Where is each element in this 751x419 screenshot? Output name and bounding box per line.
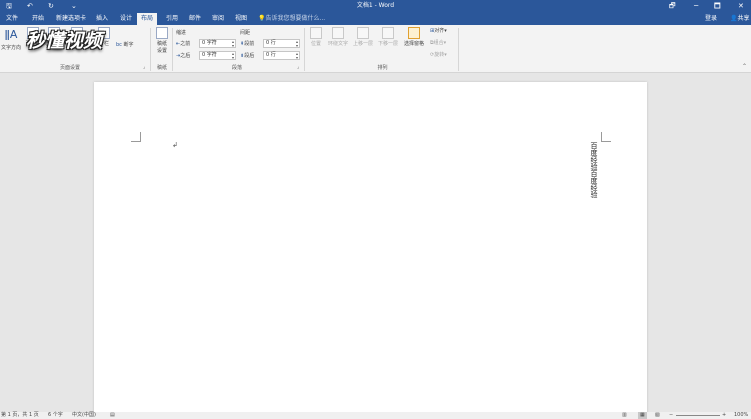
tab-layout[interactable]: 布局	[137, 13, 158, 25]
hyphenation-icon: bc	[116, 42, 122, 48]
zoom-out-icon[interactable]: −	[669, 412, 673, 419]
hyphenation-button[interactable]: bc 断字	[116, 41, 146, 48]
group-button[interactable]: ⧉组合▾	[430, 39, 446, 46]
dropdown-arrow-icon: ▾	[444, 28, 447, 34]
indent-right-label: ⇥之后	[176, 53, 191, 59]
spacing-after-label: ⇟段后	[240, 53, 255, 59]
text-direction-button[interactable]: ǁA 文字方向	[1, 27, 21, 51]
web-layout-icon[interactable]: ▧	[655, 412, 660, 419]
title-bar: 🖫 ↶ ↻ ⌄ 文档1 - Word 🗗 ─ 🗖 ✕	[0, 0, 751, 12]
rotate-button[interactable]: ⟳旋转▾	[430, 51, 447, 58]
window-title: 文档1 - Word	[356, 2, 395, 9]
align-button[interactable]: ⊞对齐▾	[430, 27, 447, 34]
tab-new-tab[interactable]: 新建选项卡	[52, 14, 90, 24]
vertical-text-content[interactable]: 百度经验百度经验	[589, 142, 599, 198]
tab-home[interactable]: 开始	[28, 14, 48, 24]
watermark-logo: 秒懂视频	[26, 30, 103, 52]
close-icon[interactable]: ✕	[738, 1, 744, 11]
paragraph-mark-icon: ↲	[172, 141, 178, 149]
collapse-ribbon-icon[interactable]: ⌃	[742, 63, 747, 70]
sign-in-link[interactable]: 登录	[705, 14, 717, 24]
selection-pane-button[interactable]: 选择窗格	[401, 27, 427, 47]
tell-me-search[interactable]: 💡告诉我您想要做什么...	[258, 14, 325, 24]
tab-view[interactable]: 视图	[231, 14, 251, 24]
minimize-icon[interactable]: ─	[694, 1, 698, 11]
zoom-slider[interactable]	[676, 415, 720, 416]
paragraph-group-label: 段落	[231, 65, 242, 71]
tab-file[interactable]: 文件	[2, 14, 22, 24]
tab-references[interactable]: 引用	[162, 14, 182, 24]
crop-mark-top-right	[601, 132, 611, 142]
indent-right-input[interactable]: 0 字符 ▴ ▾	[199, 51, 236, 60]
text-direction-icon: ǁA	[4, 28, 18, 41]
proofing-icon[interactable]: ▤	[110, 412, 115, 419]
spin-arrows-icon[interactable]: ▴ ▾	[296, 52, 298, 60]
wrap-text-icon	[332, 27, 344, 39]
vertical-scrollbar[interactable]	[743, 73, 751, 412]
page-setup-group-label: 页面设置	[59, 65, 80, 71]
read-mode-icon[interactable]: ▥	[622, 412, 627, 419]
crop-mark-top-left	[131, 132, 141, 142]
zoom-level[interactable]: 100%	[734, 412, 748, 419]
status-bar: 第 1 页，共 1 页 6 个字 中文(中国) ▤ ▥ ▦ ▧ − + 100%	[0, 412, 751, 419]
tab-insert[interactable]: 插入	[92, 14, 112, 24]
send-backward-button[interactable]: 下移一层	[376, 27, 400, 47]
ribbon-tabs: 文件 开始 新建选项卡 插入 设计 布局 引用 邮件 审阅 视图 💡告诉我您想要…	[0, 12, 751, 25]
draft-group-label: 稿纸	[156, 65, 167, 71]
spin-arrows-icon[interactable]: ▴ ▾	[232, 40, 234, 48]
bring-forward-button[interactable]: 上移一层	[351, 27, 375, 47]
tab-design[interactable]: 设计	[116, 14, 136, 24]
page-setup-dialog-launcher-icon[interactable]: ⌟	[143, 64, 145, 70]
dropdown-arrow-icon: ▾	[444, 52, 447, 58]
maximize-icon[interactable]: 🗖	[714, 1, 721, 11]
position-button[interactable]: 位置	[307, 27, 325, 47]
page-count-status[interactable]: 第 1 页，共 1 页	[1, 412, 39, 419]
indent-left-label: ⇤之前	[176, 41, 191, 47]
indent-header: 缩进	[176, 30, 187, 36]
word-count-status[interactable]: 6 个字	[48, 412, 63, 419]
tab-review[interactable]: 审阅	[208, 14, 228, 24]
arrange-group-label: 排列	[377, 65, 388, 71]
position-icon	[310, 27, 322, 39]
ribbon-display-options-icon[interactable]: 🗗	[669, 1, 676, 11]
zoom-in-icon[interactable]: +	[722, 412, 726, 419]
indent-left-input[interactable]: 0 字符 ▴ ▾	[199, 39, 236, 48]
spin-arrows-icon[interactable]: ▴ ▾	[296, 40, 298, 48]
spacing-header: 间距	[240, 30, 251, 36]
spacing-after-input[interactable]: 0 行 ▴ ▾	[263, 51, 300, 60]
share-button[interactable]: 👤共享	[730, 14, 750, 24]
print-layout-icon[interactable]: ▦	[638, 412, 647, 419]
ribbon-layout: ǁA 文字方向 页边距 纸张方向 纸张大小 分栏 bc 断字 页面设置 ⌟ 稿纸…	[0, 25, 751, 73]
paragraph-dialog-launcher-icon[interactable]: ⌟	[297, 64, 299, 70]
spacing-before-label: ⇞段前	[240, 41, 255, 47]
bring-forward-icon	[357, 27, 369, 39]
send-backward-icon	[382, 27, 394, 39]
spacing-before-input[interactable]: 0 行 ▴ ▾	[263, 39, 300, 48]
document-page[interactable]	[94, 82, 647, 419]
tab-mailings[interactable]: 邮件	[185, 14, 205, 24]
dropdown-arrow-icon: ▾	[443, 40, 447, 46]
language-status[interactable]: 中文(中国)	[72, 412, 96, 419]
draft-paper-icon	[156, 27, 168, 39]
wrap-text-button[interactable]: 环绕文字	[326, 27, 350, 47]
draft-settings-button[interactable]: 稿纸 设置	[153, 27, 171, 54]
spin-arrows-icon[interactable]: ▴ ▾	[232, 52, 234, 60]
selection-pane-icon	[408, 27, 420, 39]
